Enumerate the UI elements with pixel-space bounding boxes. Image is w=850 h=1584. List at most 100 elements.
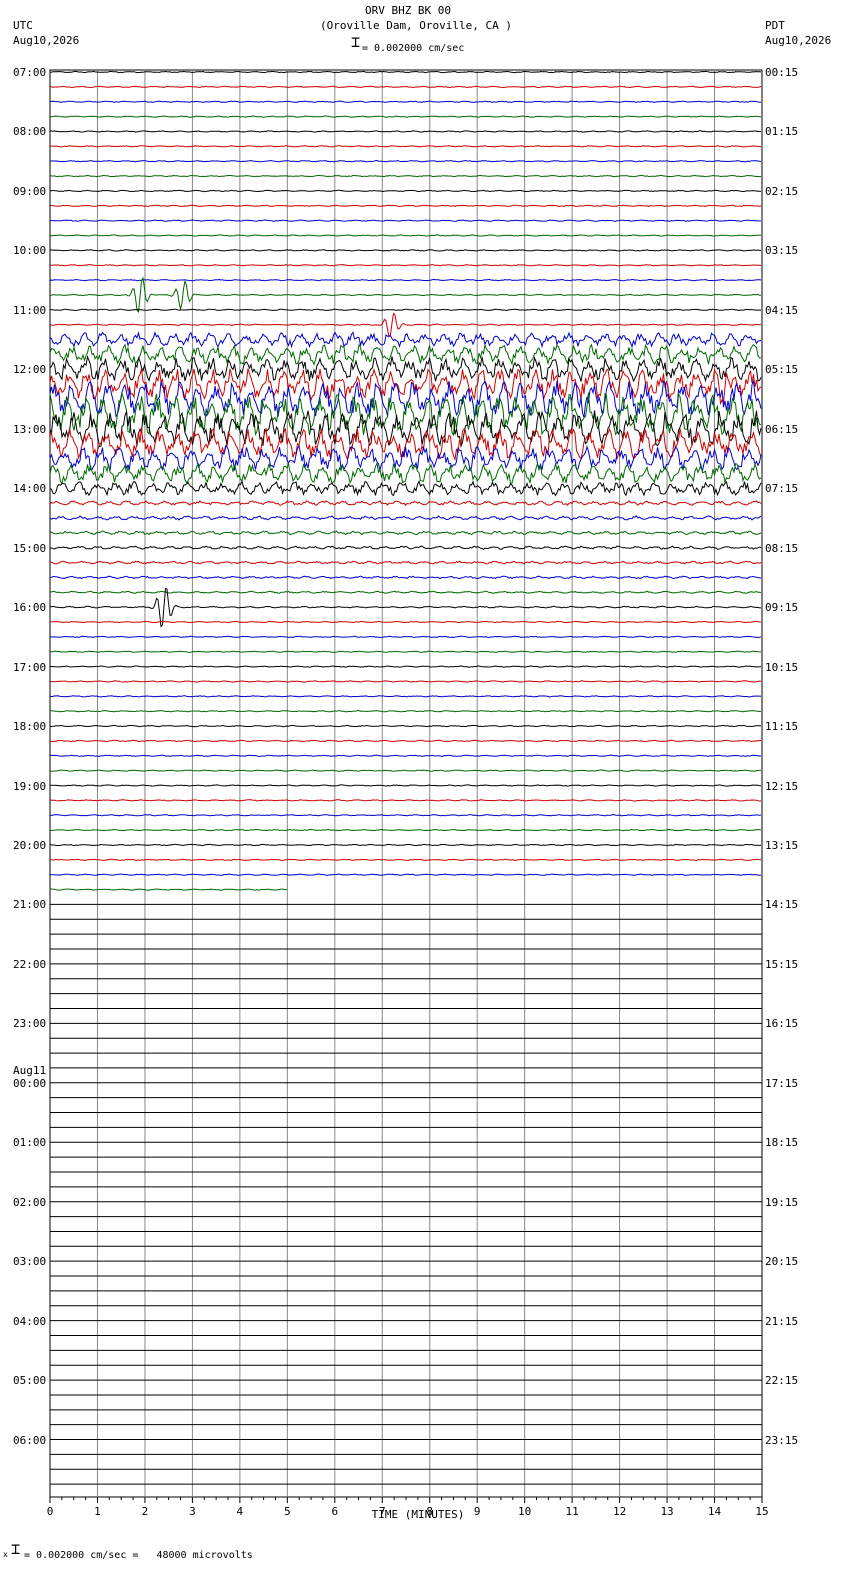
utc-hour-label: 14:00 — [13, 482, 47, 496]
trace-line — [49, 219, 762, 222]
trace-line — [49, 799, 762, 802]
trace-line — [49, 410, 762, 448]
pdt-hour-label: 19:15 — [765, 1195, 799, 1209]
footer-marker: x — [3, 1550, 8, 1559]
footer-scale-bar-icon: ⌶ — [11, 1540, 21, 1558]
x-tick-label: 5 — [284, 1505, 291, 1518]
utc-hour-label: 03:00 — [13, 1255, 47, 1269]
utc-hour-label: 00:00 — [13, 1076, 47, 1090]
scale-bar-icon: ⌶ — [351, 33, 361, 51]
pdt-hour-label: 03:15 — [765, 244, 799, 258]
pdt-hour-label: 12:15 — [765, 779, 799, 793]
x-tick-label: 0 — [47, 1505, 54, 1518]
x-tick-label: 11 — [566, 1505, 579, 1518]
utc-hour-label: 12:00 — [13, 363, 47, 377]
utc-hour-label: 04:00 — [13, 1314, 47, 1328]
scale-label: = 0.002000 cm/sec — [362, 43, 465, 54]
trace-line — [49, 174, 762, 178]
station-title: ORV BHZ BK 00 — [364, 4, 452, 17]
trace-line — [49, 665, 761, 668]
utc-hour-label: 11:00 — [13, 303, 47, 317]
pdt-hour-label: 22:15 — [765, 1374, 799, 1388]
x-tick-label: 15 — [755, 1505, 768, 1518]
trace-line — [49, 873, 761, 876]
trace-line — [49, 724, 761, 728]
utc-hour-label: 10:00 — [13, 244, 47, 258]
trace-line — [49, 249, 762, 252]
pdt-hour-label: 13:15 — [765, 838, 799, 852]
utc-hour-label: 06:00 — [13, 1433, 47, 1447]
trace-line — [49, 115, 762, 118]
utc-hour-label: 05:00 — [13, 1374, 47, 1388]
trace-line — [49, 100, 762, 103]
trace-line — [49, 276, 762, 314]
pdt-hour-label: 21:15 — [765, 1314, 799, 1328]
pdt-hour-label: 10:15 — [765, 660, 799, 674]
trace-line — [50, 828, 762, 832]
utc-hour-label: 07:00 — [13, 66, 47, 79]
utc-hour-label: 19:00 — [13, 779, 47, 793]
pdt-hour-label: 15:15 — [765, 957, 799, 971]
utc-hour-label: 16:00 — [13, 601, 47, 615]
pdt-hour-label: 18:15 — [765, 1136, 799, 1150]
utc-hour-label: 01:00 — [13, 1136, 47, 1150]
utc-hour-label: 02:00 — [13, 1195, 47, 1209]
trace-line — [50, 814, 762, 817]
trace-line — [49, 680, 762, 683]
trace-line — [49, 70, 762, 74]
utc-hour-label: 15:00 — [13, 541, 47, 555]
trace-line — [49, 264, 762, 267]
utc-hour-label: 20:00 — [13, 838, 47, 852]
pdt-date: Aug10,2026 — [765, 34, 832, 47]
pdt-hour-label: 09:15 — [765, 601, 799, 615]
utc-hour-label: 18:00 — [13, 720, 47, 734]
utc-hour-label: 09:00 — [13, 184, 47, 198]
pdt-hour-label: 02:15 — [765, 184, 799, 198]
trace-line — [49, 530, 762, 536]
pdt-hour-label: 16:15 — [765, 1017, 799, 1031]
trace-line — [49, 888, 288, 891]
trace-line — [49, 545, 762, 550]
utc-hour-label: 23:00 — [13, 1017, 47, 1031]
x-tick-label: 13 — [660, 1505, 673, 1518]
trace-line — [49, 635, 762, 639]
pdt-label: PDT — [765, 19, 785, 32]
trace-line — [49, 189, 762, 193]
trace-line — [49, 204, 762, 207]
pdt-hour-label: 04:15 — [765, 303, 799, 317]
utc-hour-label: 13:00 — [13, 422, 47, 436]
trace-line — [49, 234, 761, 237]
trace-line — [49, 130, 762, 133]
pdt-hour-label: 23:15 — [765, 1433, 799, 1447]
pdt-hour-label: 05:15 — [765, 363, 799, 377]
x-tick-label: 4 — [237, 1505, 244, 1518]
x-tick-label: 2 — [142, 1505, 149, 1518]
x-tick-label: 3 — [189, 1505, 196, 1518]
pdt-hour-label: 01:15 — [765, 125, 799, 139]
x-tick-label: 12 — [613, 1505, 626, 1518]
trace-line — [49, 145, 761, 148]
utc-date: Aug10,2026 — [13, 34, 80, 47]
trace-line — [49, 461, 762, 485]
trace-line — [49, 620, 762, 624]
utc-hour-label: 08:00 — [13, 125, 47, 139]
x-axis-label: TIME (MINUTES) — [371, 1508, 465, 1521]
trace-line — [49, 331, 762, 349]
trace-line — [49, 308, 762, 312]
x-tick-label: 1 — [94, 1505, 101, 1518]
pdt-hour-label: 06:15 — [765, 422, 799, 436]
utc-hour-label: 17:00 — [13, 660, 47, 674]
trace-line — [49, 769, 762, 772]
pdt-hour-label: 08:15 — [765, 541, 799, 555]
trace-line — [49, 278, 762, 282]
location-subtitle: (Oroville Dam, Oroville, CA ) — [319, 19, 513, 32]
helicorder-plot: 0 1 2 3 4 5 6 7 8 9 10 11 12 13 14 15 — [47, 69, 769, 1518]
utc-hour-label: 21:00 — [13, 898, 47, 912]
utc-label: UTC — [13, 19, 33, 32]
trace-line — [49, 739, 762, 743]
seismic-traces — [49, 70, 762, 1485]
trace-line — [49, 843, 762, 847]
trace-line — [49, 479, 762, 497]
trace-line — [49, 695, 762, 698]
pdt-hour-label: 20:15 — [765, 1255, 799, 1269]
